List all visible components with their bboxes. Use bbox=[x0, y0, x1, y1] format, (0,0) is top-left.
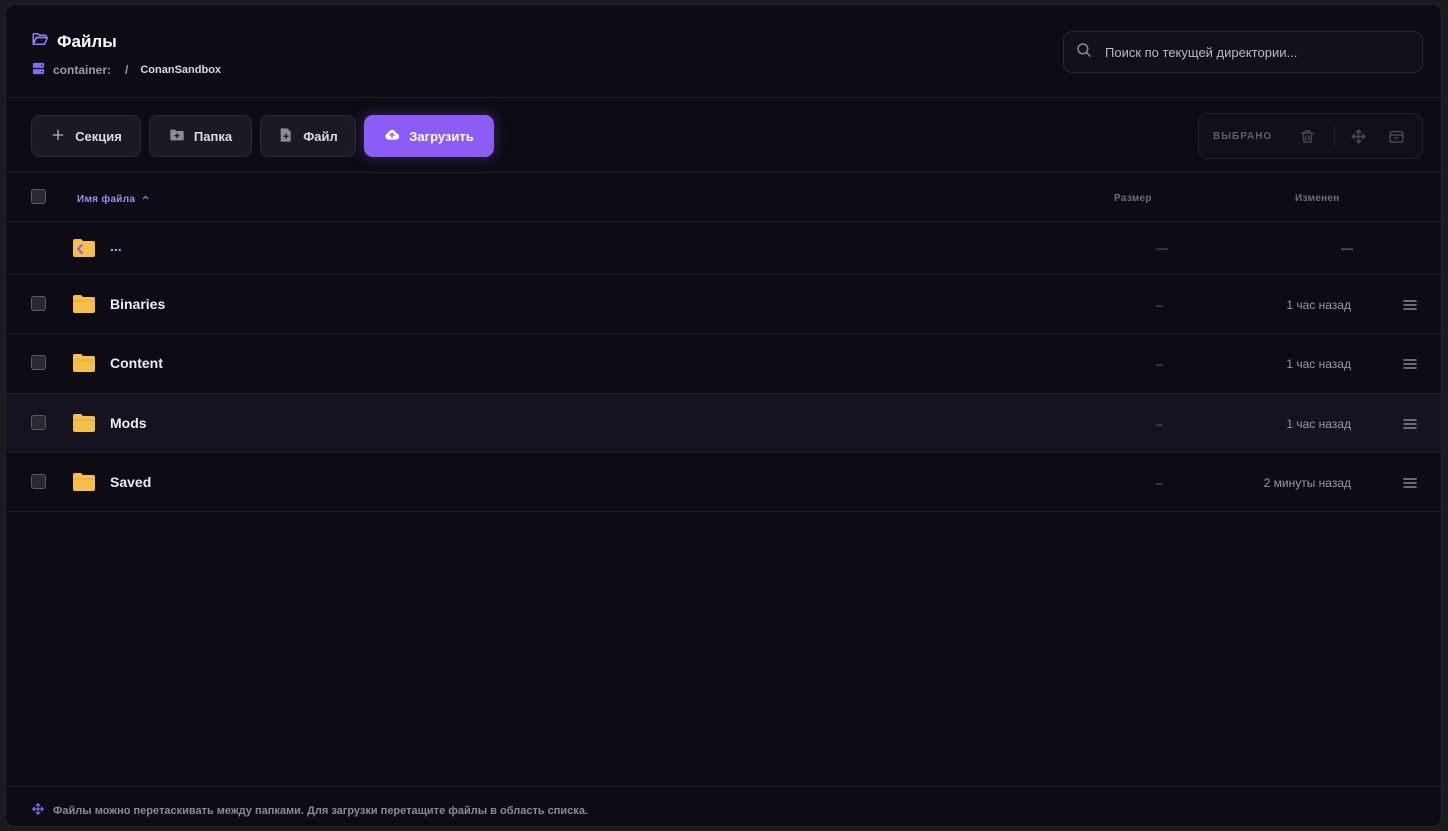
new-folder-button[interactable]: Папка bbox=[149, 115, 252, 157]
breadcrumb-separator: / bbox=[125, 63, 129, 77]
upload-button[interactable]: Загрузить bbox=[364, 115, 494, 157]
parent-modified: — bbox=[1341, 241, 1353, 255]
row-size: – bbox=[1156, 476, 1163, 490]
folder-icon bbox=[73, 414, 95, 432]
move-icon[interactable] bbox=[1345, 123, 1371, 149]
header: Файлы container: / ConanSandbox bbox=[6, 5, 1441, 98]
drive-icon bbox=[31, 61, 53, 79]
breadcrumb: container: / ConanSandbox bbox=[31, 61, 221, 79]
folder-icon bbox=[73, 295, 95, 313]
table-row[interactable]: Mods – 1 час назад bbox=[6, 394, 1441, 453]
row-size: – bbox=[1156, 417, 1163, 431]
row-name[interactable]: Mods bbox=[110, 415, 147, 431]
folder-icon bbox=[73, 354, 95, 372]
add-section-button[interactable]: Секция bbox=[31, 115, 141, 157]
search-icon bbox=[1075, 41, 1105, 64]
folder-back-icon bbox=[73, 239, 95, 257]
breadcrumb-root[interactable]: container: bbox=[53, 63, 111, 77]
file-plus-icon bbox=[278, 127, 294, 146]
selected-label: ВЫБРАНО bbox=[1213, 130, 1273, 142]
column-size-header[interactable]: Размер bbox=[1114, 193, 1152, 204]
row-modified: 2 минуты назад bbox=[1263, 476, 1351, 490]
new-file-button[interactable]: Файл bbox=[260, 115, 356, 157]
new-folder-label: Папка bbox=[193, 128, 233, 144]
drag-hint: Файлы можно перетаскивать между папками.… bbox=[31, 802, 588, 819]
row-name[interactable]: Binaries bbox=[110, 296, 165, 312]
selection-actions: ВЫБРАНО bbox=[1198, 113, 1423, 159]
file-manager-panel: Файлы container: / ConanSandbox Поиск по… bbox=[5, 4, 1442, 827]
folder-plus-icon bbox=[169, 127, 185, 146]
table-row[interactable]: Saved – 2 минуты назад bbox=[6, 453, 1441, 512]
trash-icon[interactable] bbox=[1294, 123, 1320, 149]
move-icon bbox=[31, 802, 45, 819]
parent-directory-row[interactable]: ... — — bbox=[6, 223, 1441, 275]
menu-icon[interactable] bbox=[1402, 357, 1418, 371]
row-checkbox[interactable] bbox=[31, 474, 46, 489]
add-section-label: Секция bbox=[75, 128, 122, 144]
row-name[interactable]: Content bbox=[110, 355, 163, 371]
drag-hint-text: Файлы можно перетаскивать между папками.… bbox=[53, 804, 588, 817]
row-modified: 1 час назад bbox=[1286, 417, 1351, 431]
column-name-label: Имя файла bbox=[77, 193, 136, 205]
search-input[interactable] bbox=[1105, 44, 1405, 60]
toolbar: Секция Папка Файл Загрузить ВЫБРАНО bbox=[6, 99, 1441, 173]
chevron-up-icon bbox=[141, 193, 150, 205]
folder-icon bbox=[73, 473, 95, 491]
row-modified: 1 час назад bbox=[1286, 298, 1351, 312]
search-box[interactable] bbox=[1063, 31, 1423, 73]
upload-label: Загрузить bbox=[409, 128, 474, 144]
row-name[interactable]: Saved bbox=[110, 474, 151, 490]
breadcrumb-current[interactable]: ConanSandbox bbox=[140, 64, 221, 76]
row-checkbox[interactable] bbox=[31, 415, 46, 430]
folder-open-icon bbox=[31, 30, 49, 53]
table-row[interactable]: Binaries – 1 час назад bbox=[6, 275, 1441, 334]
plus-icon bbox=[50, 127, 66, 146]
cloud-upload-icon bbox=[384, 127, 400, 146]
parent-size: — bbox=[1156, 241, 1168, 255]
menu-icon[interactable] bbox=[1402, 298, 1418, 312]
row-size: – bbox=[1156, 357, 1163, 371]
parent-directory-label: ... bbox=[110, 238, 122, 254]
row-checkbox[interactable] bbox=[31, 296, 46, 311]
row-size: – bbox=[1156, 298, 1163, 312]
footer-hint-bar: Файлы можно перетаскивать между папками.… bbox=[6, 786, 1441, 826]
menu-icon[interactable] bbox=[1402, 417, 1418, 431]
select-all-checkbox[interactable] bbox=[31, 189, 46, 204]
title-row: Файлы bbox=[31, 30, 117, 53]
row-checkbox[interactable] bbox=[31, 355, 46, 370]
menu-icon[interactable] bbox=[1402, 476, 1418, 490]
new-file-label: Файл bbox=[303, 128, 338, 144]
archive-icon[interactable] bbox=[1383, 123, 1409, 149]
row-modified: 1 час назад bbox=[1286, 357, 1351, 371]
page-title: Файлы bbox=[57, 31, 117, 51]
divider bbox=[1334, 126, 1336, 146]
table-header: Имя файла Размер Изменен bbox=[6, 174, 1441, 222]
column-modified-header[interactable]: Изменен bbox=[1295, 193, 1340, 204]
column-name-header[interactable]: Имя файла bbox=[77, 193, 150, 205]
table-row[interactable]: Content – 1 час назад bbox=[6, 334, 1441, 394]
